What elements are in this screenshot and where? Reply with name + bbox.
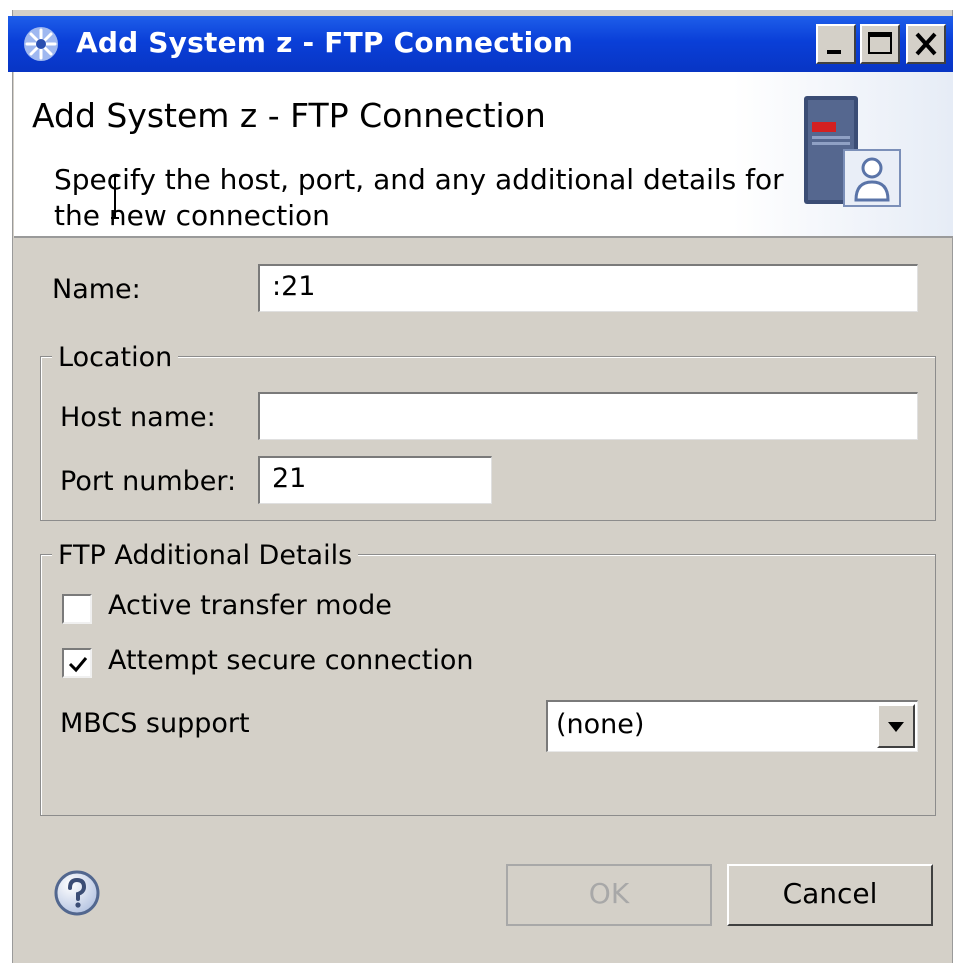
header-banner: Add System z - FTP Connection Specify th… [14,72,953,238]
window-title: Add System z - FTP Connection [76,26,573,59]
close-icon [915,32,937,56]
chevron-down-icon [888,722,904,732]
dropdown-button[interactable] [877,704,915,748]
server-user-icon [804,96,901,207]
banner-description: Specify the host, port, and any addition… [54,163,784,232]
secure-connection-label[interactable]: Attempt secure connection [108,645,474,676]
minimize-button[interactable] [816,24,856,64]
active-transfer-label[interactable]: Active transfer mode [108,590,392,621]
port-number-input[interactable]: 21 [258,456,492,504]
minimize-icon [827,50,841,54]
ftp-details-legend: FTP Additional Details [52,540,359,571]
name-input[interactable]: :21 [258,264,918,312]
mbcs-support-value: (none) [556,709,645,740]
mbcs-support-label: MBCS support [60,708,250,739]
title-bar[interactable]: Add System z - FTP Connection [8,16,953,72]
name-label: Name: [52,274,141,305]
host-name-input[interactable] [258,392,918,440]
secure-connection-checkbox[interactable] [62,648,92,678]
checkmark-icon [68,657,88,673]
banner-title: Add System z - FTP Connection [32,96,546,135]
close-button[interactable] [906,24,946,64]
cancel-button[interactable]: Cancel [727,864,933,926]
help-icon[interactable] [52,868,102,918]
maximize-icon [868,32,892,54]
mbcs-support-select[interactable]: (none) [546,700,918,752]
eclipse-star-icon [24,27,58,61]
text-cursor-icon [111,175,119,219]
ok-button[interactable]: OK [506,864,712,926]
maximize-button[interactable] [860,24,900,64]
port-number-label: Port number: [60,466,237,497]
location-legend: Location [52,342,179,373]
active-transfer-checkbox[interactable] [62,594,92,624]
host-name-label: Host name: [60,402,216,433]
